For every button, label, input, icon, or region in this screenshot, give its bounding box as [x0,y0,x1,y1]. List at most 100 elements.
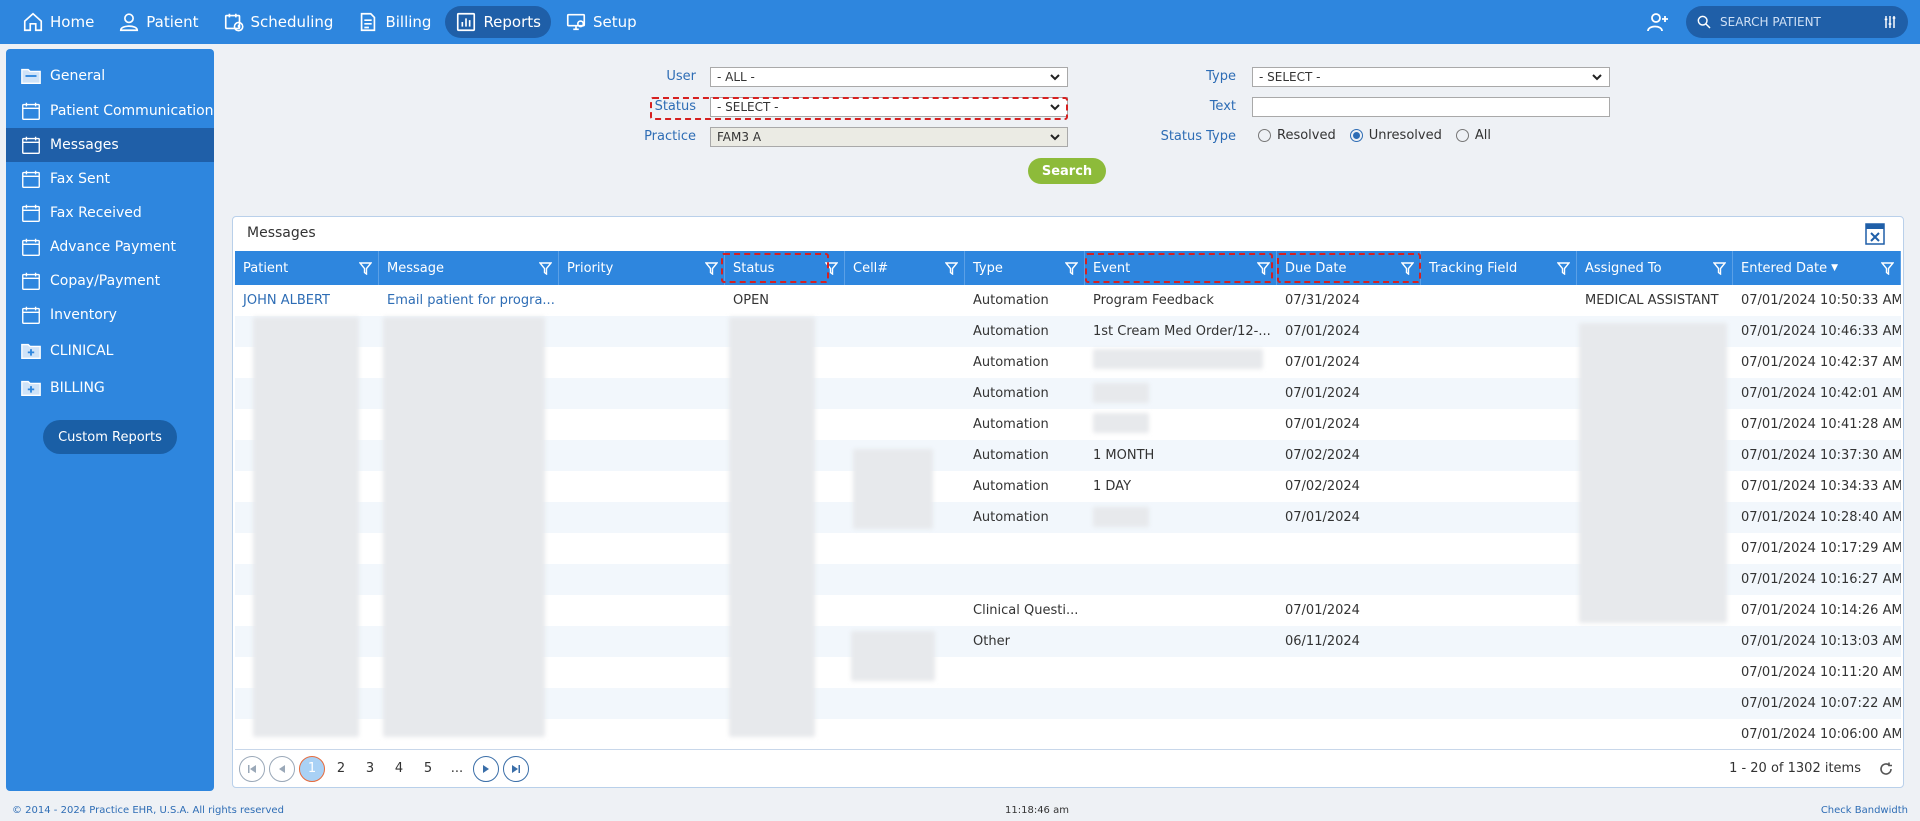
column-header-assigned-to[interactable]: Assigned To [1577,251,1733,285]
sidebar-item-clinical[interactable]: CLINICAL [6,332,214,369]
type-label: Type [1206,69,1236,84]
column-header-patient[interactable]: Patient [235,251,379,285]
cell-tracking-field [1421,502,1577,533]
filter-icon[interactable] [1713,262,1726,275]
cell-patient[interactable]: JOHN ALBERT [235,285,379,316]
user-select[interactable]: - ALL - [710,67,1068,87]
cell-event: 1st Cream Med Order/12-... [1093,324,1271,339]
page-numbers: 1 2 3 4 5... [299,755,473,782]
footer-copyright: © 2014 - 2024 Practice EHR, U.S.A. All r… [12,805,284,816]
nav-reports[interactable]: Reports [445,6,551,38]
nav-patient[interactable]: Patient [108,6,208,38]
nav-reports-label: Reports [483,13,541,31]
sidebar-item-advance-payment[interactable]: Advance Payment [6,230,214,264]
search-button[interactable]: Search [1028,158,1106,184]
sidebar-item-fax-received[interactable]: Fax Received [6,196,214,230]
column-header-due-date[interactable]: Due Date [1277,251,1421,285]
sidebar-item-patient-communication[interactable]: Patient Communication [6,94,214,128]
excel-export-icon[interactable] [1865,223,1885,245]
filter-icon[interactable] [1257,262,1270,275]
cell-type [965,657,1085,688]
filter-icon[interactable] [359,262,372,275]
cell-type [965,564,1085,595]
nav-billing[interactable]: Billing [347,6,441,38]
nav-scheduling[interactable]: Scheduling [213,6,344,38]
next-page-button[interactable] [473,755,499,782]
sidebar-item-billing[interactable]: BILLING [6,369,214,406]
column-header-entered-date[interactable]: Entered Date ▼ [1733,251,1901,285]
sidebar-item-inventory[interactable]: Inventory [6,298,214,332]
add-patient-button[interactable] [1642,6,1674,38]
status-type-label: Status Type [1160,129,1236,144]
radio-unresolved[interactable] [1349,129,1363,142]
sidebar-item-general[interactable]: General [6,57,214,94]
filter-icon[interactable] [539,262,552,275]
column-header-priority[interactable]: Priority [559,251,725,285]
filter-icon[interactable] [825,262,838,275]
column-header-cell[interactable]: Cell# [845,251,965,285]
cell-event: 1 MONTH [1093,448,1155,463]
page-number-button[interactable]: 5 [415,756,441,782]
filter-icon[interactable] [1881,262,1894,275]
custom-reports-button[interactable]: Custom Reports [43,420,177,454]
cell-message[interactable]: Email patient for progra... [379,285,559,316]
column-header-type[interactable]: Type [965,251,1085,285]
cell-tracking-field [1421,378,1577,409]
type-select[interactable]: - SELECT - [1252,67,1610,87]
column-header-tracking-field[interactable]: Tracking Field [1421,251,1577,285]
check-bandwidth-link[interactable]: Check Bandwidth [1821,805,1908,816]
page-number-button[interactable]: 2 [328,756,354,782]
first-page-button[interactable] [239,755,265,782]
column-header-event[interactable]: Event [1085,251,1277,285]
filter-icon[interactable] [1065,262,1078,275]
advanced-search-icon[interactable] [1882,14,1898,30]
cell-priority [559,440,725,471]
filter-icon[interactable] [705,262,718,275]
patient-search-input[interactable] [1720,15,1880,29]
filter-icon[interactable] [1401,262,1414,275]
text-filter-input[interactable] [1252,97,1610,117]
sidebar-item-messages[interactable]: Messages [6,128,214,162]
footer: © 2014 - 2024 Practice EHR, U.S.A. All r… [0,800,1920,821]
cell-priority [559,471,725,502]
sidebar-item-copay-payment[interactable]: Copay/Payment [6,264,214,298]
status-select[interactable]: - SELECT - [710,97,1068,117]
page-number-button[interactable]: 1 [299,755,325,782]
radio-all[interactable] [1455,129,1469,142]
practice-select[interactable]: FAM3 A [710,127,1068,147]
column-header-label: Cell# [853,260,889,276]
column-header-status[interactable]: Status [725,251,845,285]
table-row[interactable]: JOHN ALBERT Email patient for progra... OP… [235,285,1901,316]
filter-icon[interactable] [945,262,958,275]
column-header-label: Type [973,260,1003,276]
cell-type: Automation [973,386,1049,401]
nav-scheduling-label: Scheduling [250,13,334,31]
cell-entered-date: 07/01/2024 10:42:37 AM [1741,355,1901,370]
filter-icon[interactable] [1557,262,1570,275]
folder-plus-icon [21,343,41,359]
nav-home[interactable]: Home [12,6,104,38]
redacted-event-block [1093,413,1149,433]
cell-due-date: 07/01/2024 [1285,386,1360,401]
column-header-label: Status [733,260,775,276]
sidebar-item-label: BILLING [50,379,105,396]
refresh-icon[interactable] [1879,762,1893,776]
top-right-tools [1642,6,1908,38]
cell-tracking-field [1421,533,1577,564]
reports-sidebar: General Patient Communication Messages F… [6,49,214,791]
nav-setup[interactable]: Setup [555,6,647,38]
cell-due-date: 07/01/2024 [1285,510,1360,525]
column-header-message[interactable]: Message [379,251,559,285]
prev-page-button[interactable] [269,755,295,782]
home-icon [23,12,43,32]
column-header-label: Tracking Field [1429,260,1518,276]
radio-resolved[interactable] [1258,129,1271,142]
patient-search[interactable] [1686,6,1908,38]
cell-priority [559,285,725,316]
page-number-button[interactable]: ... [444,756,470,782]
page-number-button[interactable]: 4 [386,756,412,782]
sidebar-item-fax-sent[interactable]: Fax Sent [6,162,214,196]
page-number-button[interactable]: 3 [357,756,383,782]
last-page-button[interactable] [503,755,529,782]
cell-cell [845,564,965,595]
